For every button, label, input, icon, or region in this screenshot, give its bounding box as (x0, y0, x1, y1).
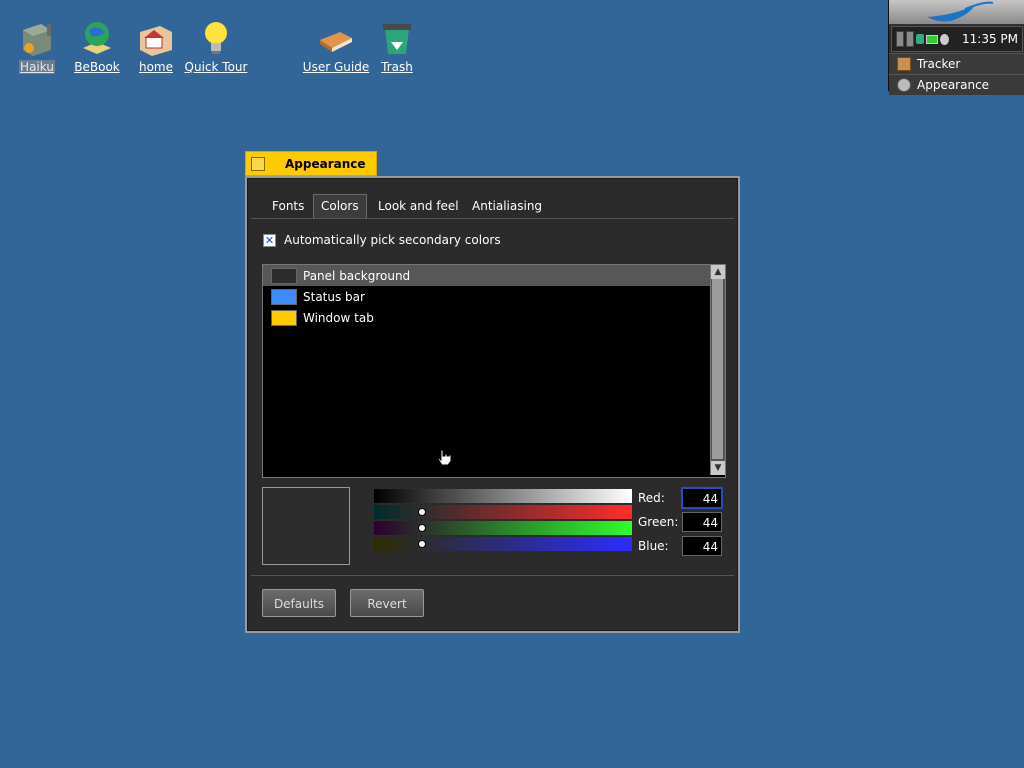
clock[interactable]: 11:35 PM (962, 32, 1018, 46)
desktop-icon-label: BeBook (74, 60, 120, 74)
color-preview[interactable] (262, 487, 350, 565)
blue-slider-knob[interactable] (418, 540, 426, 548)
color-sliders (374, 488, 632, 552)
color-list[interactable]: Panel background Status bar Window tab ▲… (262, 264, 726, 478)
blue-label: Blue: (638, 539, 669, 553)
tab-fonts[interactable]: Fonts (265, 196, 311, 216)
cpu-monitor-icon[interactable] (896, 31, 904, 47)
deskbar: 11:35 PM Tracker Appearance (888, 0, 1024, 95)
deskbar-item-label: Tracker (917, 57, 961, 71)
tab-look-and-feel[interactable]: Look and feel (371, 196, 466, 216)
green-field[interactable]: 44 (682, 512, 722, 532)
battery-icon[interactable] (926, 34, 938, 44)
list-item-label: Window tab (303, 310, 374, 325)
red-slider-knob[interactable] (418, 508, 426, 516)
list-item[interactable]: Window tab (263, 307, 725, 328)
desktop-icon-label: Trash (381, 60, 413, 74)
tab-bar: Fonts Colors Look and feel Antialiasing (251, 194, 734, 219)
brightness-bar[interactable] (374, 488, 632, 504)
book-icon (320, 32, 352, 52)
deskbar-item-tracker[interactable]: Tracker (889, 53, 1024, 74)
network-icon[interactable] (916, 34, 924, 44)
trash-icon (383, 24, 411, 54)
blue-field[interactable]: 44 (682, 536, 722, 556)
tracker-icon (897, 57, 911, 71)
deskbar-item-label: Appearance (917, 78, 990, 92)
scroll-up-icon[interactable]: ▲ (711, 265, 725, 279)
lightbulb-icon (205, 22, 227, 54)
leaf-menu-button[interactable] (889, 0, 1024, 25)
close-icon[interactable] (251, 156, 265, 171)
list-scrollbar[interactable]: ▲ ▼ (710, 265, 725, 475)
blue-slider[interactable] (374, 536, 632, 552)
auto-pick-checkbox[interactable]: ✕ (263, 233, 276, 247)
deskbar-item-appearance[interactable]: Appearance (889, 74, 1024, 95)
bebook-globe-icon (83, 22, 111, 54)
appearance-window: Fonts Colors Look and feel Antialiasing … (245, 176, 740, 633)
system-tray: 11:35 PM (891, 26, 1023, 52)
green-label: Green: (638, 515, 679, 529)
auto-pick-checkbox-row[interactable]: ✕ Automatically pick secondary colors (263, 233, 501, 247)
haiku-leaf-icon (927, 1, 994, 22)
rgb-fields: Red: 44 Green: 44 Blue: 44 (636, 487, 734, 559)
haiku-drive-icon (23, 24, 51, 56)
red-slider[interactable] (374, 504, 632, 520)
list-item-label: Panel background (303, 268, 411, 283)
window-tab[interactable]: Appearance (245, 151, 377, 176)
desktop-icon-quick-tour[interactable]: Quick Tour (176, 18, 256, 74)
window-title: Appearance (285, 156, 366, 171)
home-folder-icon (140, 26, 172, 56)
scroll-down-icon[interactable]: ▼ (711, 461, 725, 475)
desktop-icon-label: Quick Tour (184, 60, 248, 74)
desktop-icon-label: Haiku (19, 60, 55, 74)
tab-colors[interactable]: Colors (313, 194, 367, 218)
red-field[interactable]: 44 (682, 488, 722, 508)
hand-cursor-icon (437, 449, 452, 466)
memory-monitor-icon[interactable] (906, 31, 914, 47)
red-label: Red: (638, 491, 665, 505)
tab-antialiasing[interactable]: Antialiasing (465, 196, 549, 216)
list-item[interactable]: Panel background (263, 265, 725, 286)
green-slider[interactable] (374, 520, 632, 536)
desktop-icon-trash[interactable]: Trash (357, 18, 437, 74)
color-swatch (271, 288, 297, 305)
defaults-button[interactable]: Defaults (262, 589, 336, 617)
media-icon[interactable] (940, 33, 949, 45)
scroll-thumb[interactable] (712, 279, 723, 459)
list-item-label: Status bar (303, 289, 365, 304)
color-swatch (271, 309, 297, 326)
revert-button[interactable]: Revert (350, 589, 424, 617)
list-item[interactable]: Status bar (263, 286, 725, 307)
green-slider-knob[interactable] (418, 524, 426, 532)
desktop-icon-label: home (138, 60, 174, 74)
tray-icons[interactable] (896, 31, 949, 47)
appearance-icon (897, 78, 911, 92)
divider (251, 575, 734, 576)
color-swatch (271, 267, 297, 284)
auto-pick-label: Automatically pick secondary colors (284, 233, 501, 247)
